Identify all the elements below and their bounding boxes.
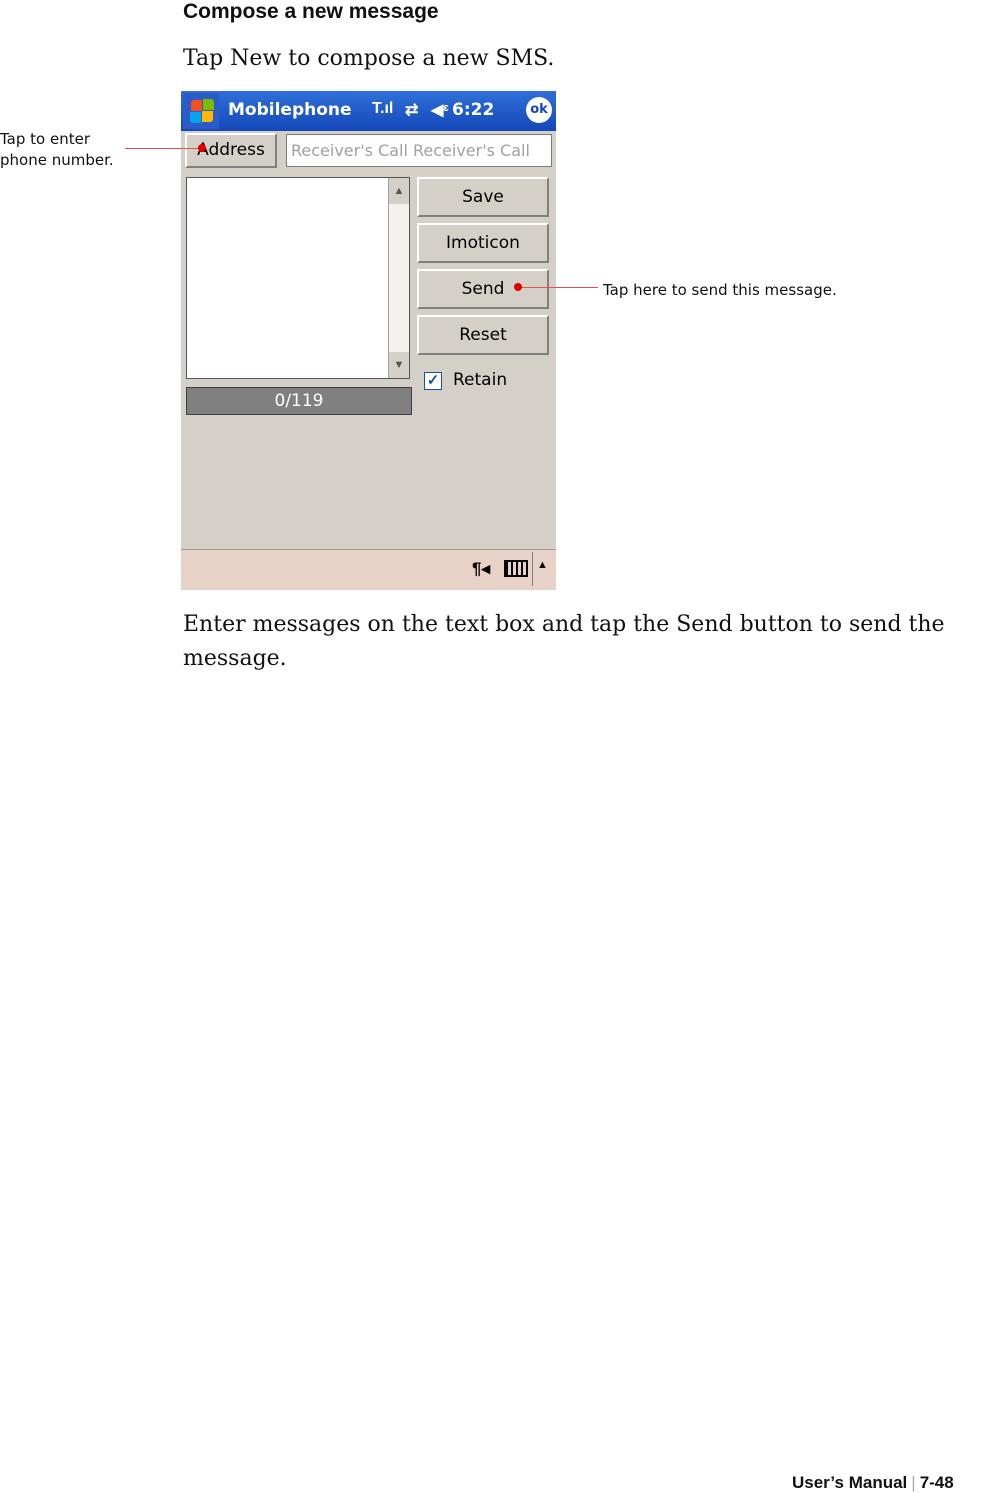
- callout-line-address: [125, 148, 202, 149]
- divider: [532, 552, 533, 586]
- message-textbox[interactable]: ▲ ▼: [186, 177, 410, 379]
- sync-icon[interactable]: ⇄: [405, 100, 418, 120]
- callout-line-send: [518, 287, 598, 288]
- intro-paragraph: Tap New to compose a new SMS.: [183, 46, 555, 71]
- message-scrollbar[interactable]: ▲ ▼: [388, 178, 409, 378]
- imoticon-button[interactable]: Imoticon: [417, 223, 549, 263]
- ok-button[interactable]: ok: [526, 97, 552, 123]
- retain-label[interactable]: Retain: [453, 370, 507, 390]
- keyboard-icon[interactable]: [504, 560, 528, 577]
- retain-checkbox[interactable]: ✓: [424, 372, 442, 390]
- arrow-up-icon[interactable]: ▲: [537, 559, 548, 571]
- save-button[interactable]: Save: [417, 177, 549, 217]
- callout-dot-address: [198, 144, 206, 152]
- instruction-paragraph: Enter messages on the text box and tap t…: [183, 612, 945, 671]
- callout-send: Tap here to send this message.: [603, 281, 837, 299]
- windows-start-icon[interactable]: [183, 93, 219, 129]
- speaker-icon[interactable]: ◀ᵋ: [431, 100, 449, 120]
- page-footer: User’s Manual | 7-48: [792, 1473, 954, 1492]
- device-screen: Mobilephone T.ıl ⇄ ◀ᵋ 6:22 ok Address Re…: [181, 91, 556, 590]
- paragraph-icon[interactable]: ¶◂: [472, 559, 490, 579]
- send-button[interactable]: Send: [417, 269, 549, 309]
- clock[interactable]: 6:22: [452, 100, 494, 120]
- reset-button[interactable]: Reset: [417, 315, 549, 355]
- bottom-menu-bar: ¶◂ ▲: [181, 549, 556, 590]
- char-counter: 0/119: [186, 387, 412, 415]
- app-title: Mobilephone: [228, 100, 352, 120]
- scroll-down-icon[interactable]: ▼: [389, 352, 409, 378]
- footer-manual: User’s Manual: [792, 1473, 908, 1492]
- callout-dot-send: [514, 283, 522, 291]
- signal-icon[interactable]: T.ıl: [372, 100, 393, 118]
- callout-address: Tap to enter phone number.: [0, 130, 114, 169]
- title-bar: Mobilephone T.ıl ⇄ ◀ᵋ 6:22 ok: [181, 91, 556, 131]
- scroll-up-icon[interactable]: ▲: [389, 178, 409, 204]
- receiver-input[interactable]: Receiver's Call Receiver's Call: [286, 134, 552, 167]
- footer-page-number: 7-48: [919, 1473, 954, 1492]
- section-heading: Compose a new message: [183, 0, 439, 23]
